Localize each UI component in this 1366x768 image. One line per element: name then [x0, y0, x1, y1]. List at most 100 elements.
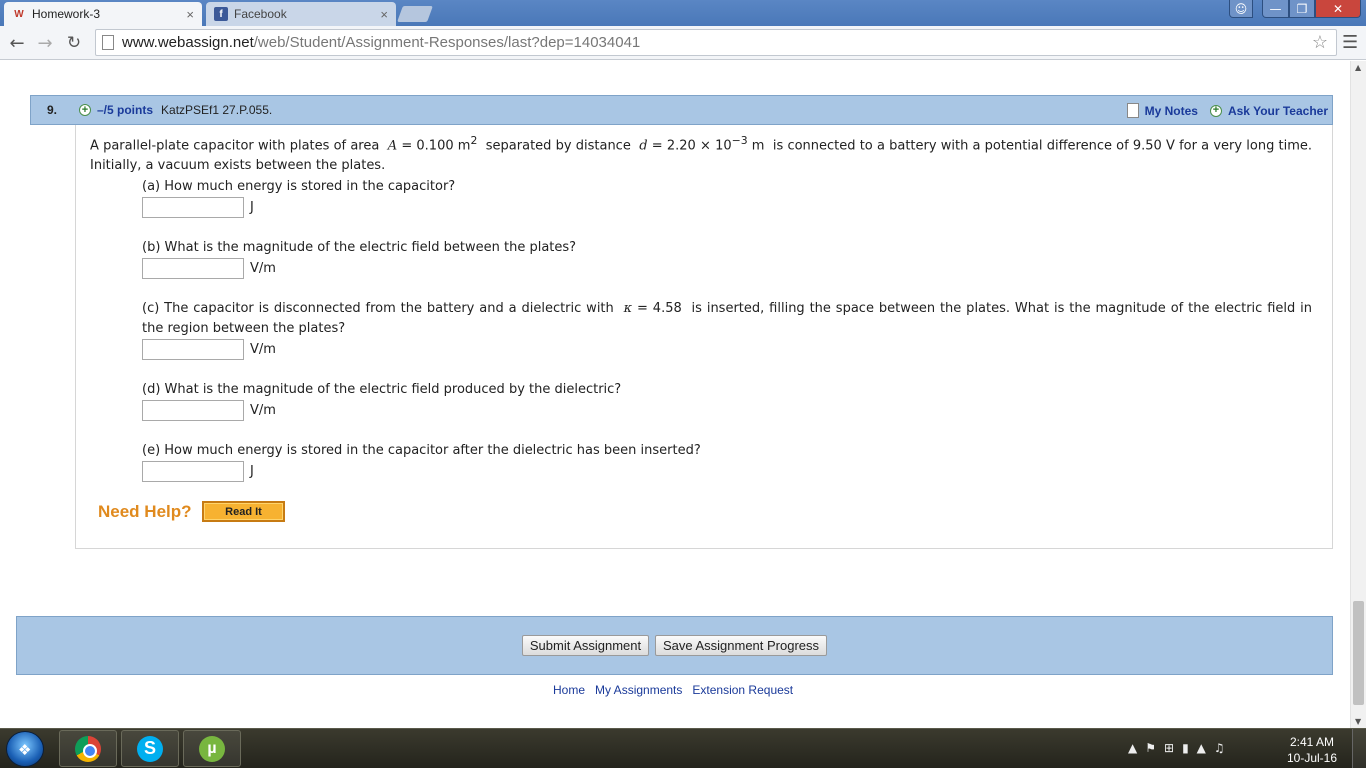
scroll-up-icon[interactable]: ▲: [1355, 63, 1361, 72]
url-domain: www.webassign.net: [122, 34, 254, 51]
intro-text: A parallel-plate capacitor with plates o…: [90, 138, 380, 154]
expand-plus-icon[interactable]: +: [79, 104, 91, 116]
page-icon: [102, 35, 114, 50]
tray-expand-icon[interactable]: ▲: [1128, 741, 1137, 755]
answer-input-a[interactable]: [142, 197, 244, 218]
save-progress-button[interactable]: Save Assignment Progress: [655, 635, 827, 656]
volume-icon[interactable]: ♫: [1214, 741, 1225, 755]
browser-toolbar: ← → ↻ www.webassign.net/web/Student/Assi…: [0, 26, 1366, 60]
part-b-prompt: (b) What is the magnitude of the electri…: [142, 240, 577, 255]
bookmark-star-icon[interactable]: ☆: [1312, 32, 1328, 53]
question-body: A parallel-plate capacitor with plates o…: [75, 125, 1333, 549]
part-e-answer: J: [142, 461, 254, 482]
url-path: /web/Student/Assignment-Responses/last?d…: [253, 34, 641, 51]
system-tray: ▲ ⚑ ⊞ ▮ ▲ ♫: [1128, 741, 1225, 755]
answer-input-e[interactable]: [142, 461, 244, 482]
footer-link-home[interactable]: Home: [553, 683, 585, 697]
maximize-button[interactable]: ❐: [1289, 0, 1315, 18]
reload-icon[interactable]: ↻: [63, 32, 85, 54]
distance-exponent: −3: [731, 134, 748, 147]
address-bar[interactable]: www.webassign.net/web/Student/Assignment…: [95, 29, 1337, 56]
notes-icon: [1126, 103, 1139, 118]
part-d-answer: V/m: [142, 400, 276, 421]
area-value: = 0.100 m: [401, 138, 471, 154]
tab-facebook[interactable]: f Facebook ×: [206, 2, 396, 26]
taskbar-skype[interactable]: S: [121, 730, 179, 767]
scroll-down-icon[interactable]: ▼: [1355, 717, 1361, 726]
part-e-prompt: (e) How much energy is stored in the cap…: [142, 443, 701, 458]
part-a-prompt: (a) How much energy is stored in the cap…: [142, 179, 456, 194]
footer-links: Home My Assignments Extension Request: [553, 683, 793, 697]
windows-icon[interactable]: ⊞: [1164, 741, 1174, 755]
answer-input-c[interactable]: [142, 339, 244, 360]
skype-icon: S: [137, 735, 163, 762]
part-b-answer: V/m: [142, 258, 276, 279]
variable-distance: d: [639, 138, 648, 154]
submit-bar: Submit Assignment Save Assignment Progre…: [16, 616, 1333, 675]
back-icon[interactable]: ←: [6, 32, 28, 54]
close-window-button[interactable]: ✕: [1315, 0, 1361, 18]
part-c-answer: V/m: [142, 339, 276, 360]
unit-label: V/m: [250, 261, 276, 276]
facebook-icon: f: [214, 7, 228, 21]
page-content: 9. + –/5 points KatzPSEf1 27.P.055. My N…: [0, 61, 1350, 728]
webassign-icon: W: [14, 8, 24, 20]
browser-tab-strip: W Homework-3 × f Facebook × ☺ — ❐ ✕: [0, 0, 1366, 26]
need-help-label: Need Help?: [98, 502, 192, 521]
unit-label: J: [250, 200, 254, 215]
tab-label: Homework-3: [32, 7, 101, 21]
close-icon[interactable]: ×: [380, 7, 388, 22]
footer-link-extension-request[interactable]: Extension Request: [692, 683, 793, 697]
question-code: KatzPSEf1 27.P.055.: [161, 103, 273, 117]
windows-logo-icon: ❖: [18, 741, 32, 759]
clock-time: 2:41 AM: [1289, 735, 1335, 749]
distance-unit: m: [751, 138, 765, 154]
my-notes-link[interactable]: My Notes: [1145, 104, 1198, 118]
answer-input-b[interactable]: [142, 258, 244, 279]
part-c-text: (c) The capacitor is disconnected from t…: [142, 301, 614, 316]
answer-input-d[interactable]: [142, 400, 244, 421]
kappa-symbol: κ: [623, 301, 633, 316]
taskbar-utorrent[interactable]: µ: [183, 730, 241, 767]
kappa-value: = 4.58: [637, 301, 682, 316]
utorrent-icon: µ: [199, 735, 225, 762]
menu-icon[interactable]: ☰: [1342, 32, 1358, 53]
minimize-button[interactable]: —: [1262, 0, 1289, 18]
signal-icon[interactable]: ▲: [1197, 741, 1206, 755]
network-icon[interactable]: ▮: [1182, 741, 1189, 755]
forward-icon[interactable]: →: [34, 32, 56, 54]
ask-teacher-link[interactable]: Ask Your Teacher: [1228, 104, 1328, 118]
start-button[interactable]: ❖: [6, 731, 44, 767]
taskbar-chrome[interactable]: [59, 730, 117, 767]
ask-plus-icon: +: [1209, 104, 1222, 117]
close-icon[interactable]: ×: [186, 7, 194, 22]
unit-label: V/m: [250, 342, 276, 357]
taskbar: ❖ S µ ▲ ⚑ ⊞ ▮ ▲ ♫ 2:41 AM 10-Jul-16: [0, 728, 1366, 768]
area-exponent: 2: [470, 134, 478, 147]
scroll-thumb[interactable]: [1353, 601, 1364, 705]
question-number: 9.: [47, 103, 58, 117]
unit-label: V/m: [250, 403, 276, 418]
question-tools: My Notes + Ask Your Teacher: [1126, 103, 1328, 118]
footer-link-my-assignments[interactable]: My Assignments: [595, 683, 682, 697]
unit-label: J: [250, 464, 254, 479]
new-tab-button[interactable]: [397, 6, 433, 22]
tab-label: Facebook: [234, 7, 287, 21]
points-link[interactable]: –/5 points: [97, 103, 153, 117]
clock[interactable]: 2:41 AM 10-Jul-16: [1282, 734, 1342, 766]
clock-date: 10-Jul-16: [1286, 751, 1338, 765]
user-icon[interactable]: ☺: [1229, 0, 1253, 18]
variable-area: A: [387, 138, 398, 154]
chrome-icon: [75, 735, 101, 762]
question-intro: A parallel-plate capacitor with plates o…: [90, 131, 1312, 176]
tab-homework[interactable]: W Homework-3 ×: [4, 2, 202, 26]
read-it-button[interactable]: Read It: [202, 501, 285, 522]
submit-assignment-button[interactable]: Submit Assignment: [522, 635, 649, 656]
points-group: + –/5 points KatzPSEf1 27.P.055.: [79, 103, 272, 117]
intro-text: separated by distance: [485, 138, 631, 154]
distance-value: = 2.20 × 10: [651, 138, 732, 154]
vertical-scrollbar[interactable]: ▲ ▼: [1350, 61, 1366, 728]
part-c-prompt: (c) The capacitor is disconnected from t…: [142, 299, 1312, 339]
action-center-icon[interactable]: ⚑: [1145, 741, 1156, 755]
show-desktop-button[interactable]: [1352, 729, 1366, 768]
